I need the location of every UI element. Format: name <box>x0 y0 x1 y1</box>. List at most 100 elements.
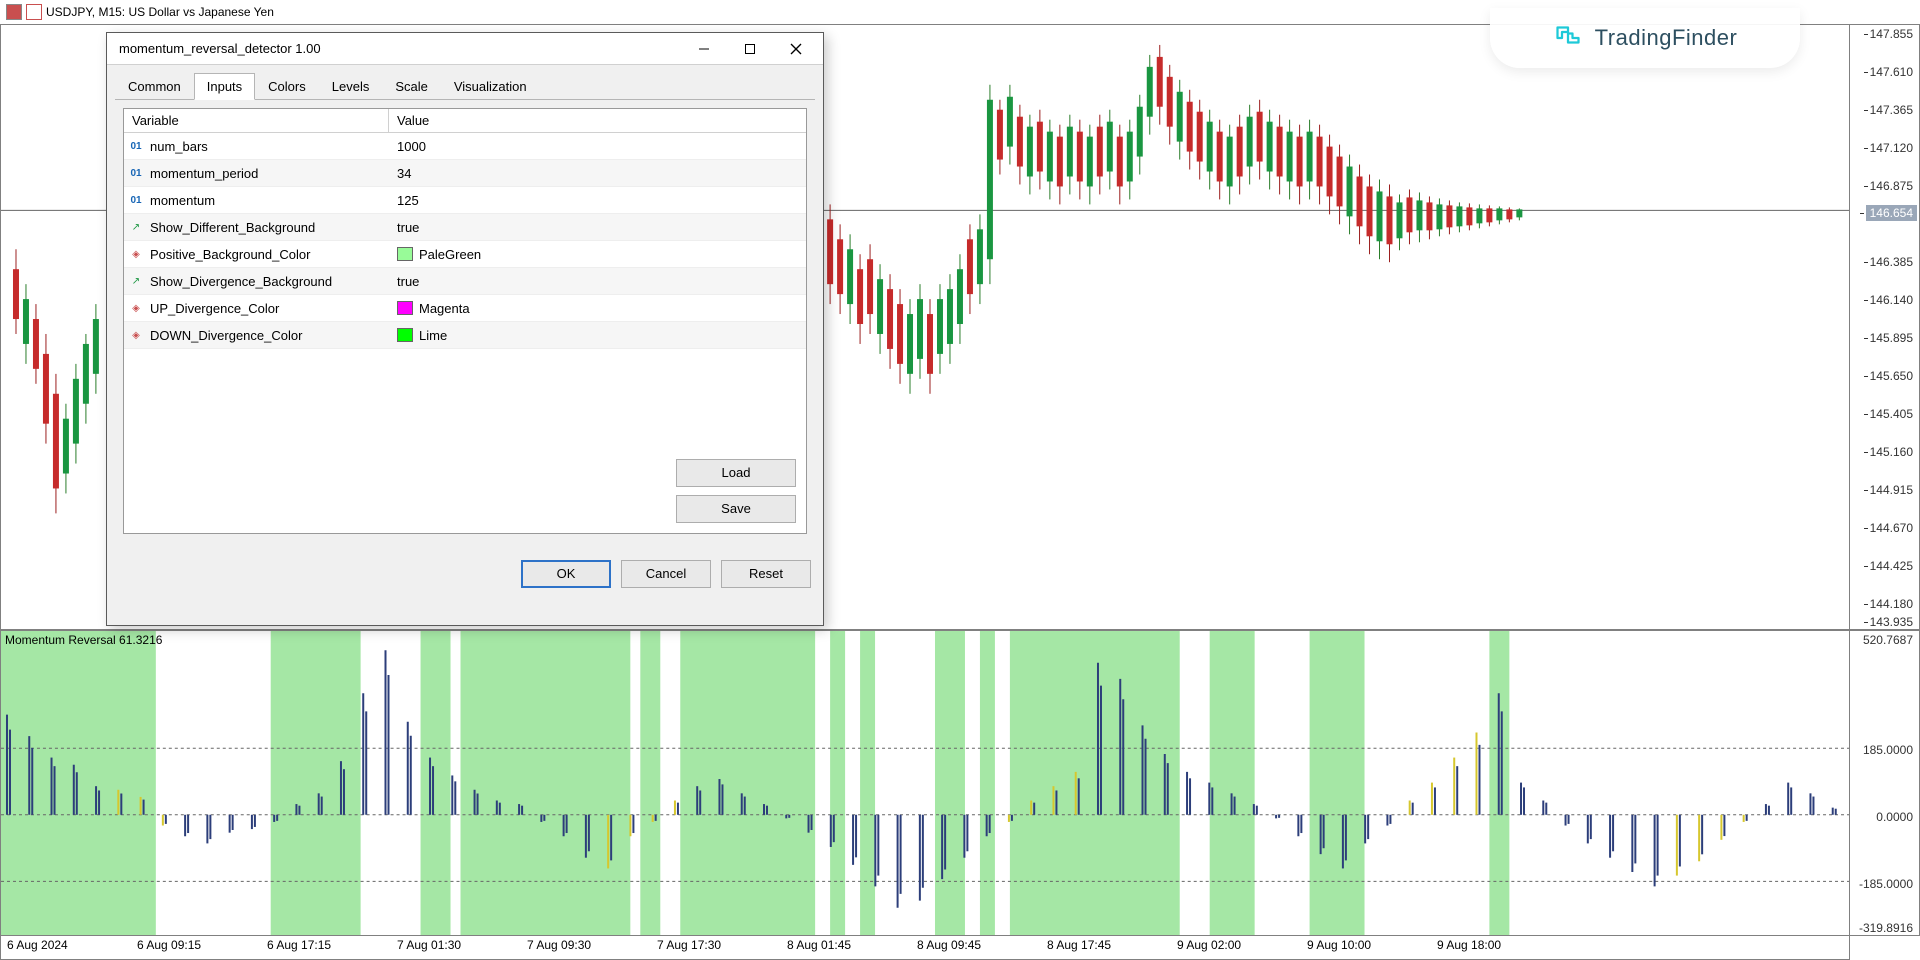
variable-name: UP_Divergence_Color <box>150 301 279 316</box>
bool-type-icon: ↗ <box>128 220 144 234</box>
price-tick: 144.915 <box>1870 483 1913 497</box>
grid-row[interactable]: 01 momentum 125 <box>124 187 806 214</box>
ind-tick: 520.7687 <box>1863 633 1913 647</box>
watermark-logo: TradingFinder <box>1490 8 1800 68</box>
close-button[interactable] <box>773 34 819 64</box>
time-label: 9 Aug 18:00 <box>1437 936 1501 952</box>
price-tick: 145.895 <box>1870 331 1913 345</box>
dialog-tabs: Common Inputs Colors Levels Scale Visual… <box>107 65 823 99</box>
grid-header: Variable Value <box>124 109 806 133</box>
cancel-button[interactable]: Cancel <box>621 560 711 588</box>
tab-inputs[interactable]: Inputs <box>194 73 255 100</box>
indicator-svg <box>1 631 1849 935</box>
grid-row[interactable]: ↗ Show_Different_Background true <box>124 214 806 241</box>
dialog-titlebar[interactable]: momentum_reversal_detector 1.00 <box>107 33 823 65</box>
grid-row[interactable]: ◈ DOWN_Divergence_Color Lime <box>124 322 806 349</box>
price-tick: 145.650 <box>1870 369 1913 383</box>
bool-type-icon: ↗ <box>128 274 144 288</box>
tab-body: Variable Value 01num_bars100001momentum_… <box>115 99 815 542</box>
value-text: true <box>397 220 419 235</box>
price-y-axis: 147.855 147.610 147.365 147.120 146.875 … <box>1850 24 1920 630</box>
grid-row[interactable]: ◈ Positive_Background_Color PaleGreen <box>124 241 806 268</box>
indicator-label: Momentum Reversal 61.3216 <box>5 633 162 647</box>
watermark-text: TradingFinder <box>1595 25 1738 51</box>
ind-tick: 0.0000 <box>1876 810 1913 824</box>
value-text: 125 <box>397 193 419 208</box>
price-tick: 147.365 <box>1870 103 1913 117</box>
price-tick: 145.160 <box>1870 445 1913 459</box>
ind-tick: -185.0000 <box>1859 877 1913 891</box>
price-current: 146.654 <box>1866 205 1917 221</box>
price-tick: 147.855 <box>1870 27 1913 41</box>
price-tick: 143.935 <box>1870 615 1913 629</box>
price-tick: 144.425 <box>1870 559 1913 573</box>
grid-row[interactable]: ↗Show_Divergence_Backgroundtrue <box>124 268 806 295</box>
indicator-area[interactable]: Momentum Reversal 61.3216 <box>0 630 1850 936</box>
value-text: PaleGreen <box>419 247 481 262</box>
tradingfinder-icon <box>1553 23 1583 53</box>
time-label: 8 Aug 01:45 <box>787 936 851 952</box>
int-type-icon: 01 <box>128 166 144 180</box>
inputs-grid[interactable]: Variable Value 01num_bars100001momentum_… <box>123 108 807 534</box>
color-type-icon: ◈ <box>128 301 144 315</box>
color-swatch <box>397 328 413 342</box>
value-text: Lime <box>419 328 447 343</box>
chart-symbol-icon <box>26 4 42 20</box>
color-swatch <box>397 247 413 261</box>
price-tick: 146.875 <box>1870 179 1913 193</box>
int-type-icon: 01 <box>128 139 144 153</box>
grid-row[interactable]: 01num_bars1000 <box>124 133 806 160</box>
chart-type-icon <box>6 4 22 20</box>
color-swatch <box>397 301 413 315</box>
time-label: 7 Aug 17:30 <box>657 936 721 952</box>
tab-levels[interactable]: Levels <box>319 73 383 99</box>
time-label: 6 Aug 09:15 <box>137 936 201 952</box>
minimize-button[interactable] <box>681 34 727 64</box>
variable-name: Show_Different_Background <box>150 220 315 235</box>
color-type-icon: ◈ <box>128 328 144 342</box>
col-header-value[interactable]: Value <box>389 109 806 132</box>
reset-button[interactable]: Reset <box>721 560 811 588</box>
variable-name: momentum_period <box>150 166 258 181</box>
int-type-icon: 01 <box>128 193 144 207</box>
grid-row[interactable]: 01 momentum_period 34 <box>124 160 806 187</box>
tab-visualization[interactable]: Visualization <box>441 73 540 99</box>
variable-name: num_bars <box>150 139 208 154</box>
grid-row[interactable]: ◈ UP_Divergence_Color Magenta <box>124 295 806 322</box>
value-text: 34 <box>397 166 411 181</box>
price-tick: 146.385 <box>1870 255 1913 269</box>
value-text: Magenta <box>419 301 470 316</box>
variable-name: Positive_Background_Color <box>150 247 310 262</box>
dialog-footer: OK Cancel Reset <box>107 550 823 598</box>
time-label: 9 Aug 02:00 <box>1177 936 1241 952</box>
time-label: 8 Aug 09:45 <box>917 936 981 952</box>
chart-title: USDJPY, M15: US Dollar vs Japanese Yen <box>46 5 274 19</box>
ind-tick: 185.0000 <box>1863 743 1913 757</box>
maximize-button[interactable] <box>727 34 773 64</box>
tab-colors[interactable]: Colors <box>255 73 319 99</box>
price-tick: 147.120 <box>1870 141 1913 155</box>
variable-name: Show_Divergence_Background <box>150 274 332 289</box>
price-tick: 147.610 <box>1870 65 1913 79</box>
time-label: 7 Aug 01:30 <box>397 936 461 952</box>
price-tick: 144.670 <box>1870 521 1913 535</box>
tab-common[interactable]: Common <box>115 73 194 99</box>
dialog-title: momentum_reversal_detector 1.00 <box>119 41 681 56</box>
col-header-variable[interactable]: Variable <box>124 109 389 132</box>
price-tick: 145.405 <box>1870 407 1913 421</box>
ind-tick: -319.8916 <box>1859 921 1913 935</box>
load-button[interactable]: Load <box>676 459 796 487</box>
color-type-icon: ◈ <box>128 247 144 261</box>
variable-name: DOWN_Divergence_Color <box>150 328 302 343</box>
indicator-y-axis: 520.7687 185.0000 0.0000 -185.0000 -319.… <box>1850 630 1920 936</box>
time-label: 7 Aug 09:30 <box>527 936 591 952</box>
price-tick: 144.180 <box>1870 597 1913 611</box>
time-axis: 6 Aug 2024 6 Aug 09:15 6 Aug 17:15 7 Aug… <box>0 936 1850 960</box>
save-button[interactable]: Save <box>676 495 796 523</box>
indicator-properties-dialog: momentum_reversal_detector 1.00 Common I… <box>106 32 824 626</box>
tab-scale[interactable]: Scale <box>382 73 441 99</box>
time-label: 8 Aug 17:45 <box>1047 936 1111 952</box>
ok-button[interactable]: OK <box>521 560 611 588</box>
time-label: 6 Aug 2024 <box>7 936 68 952</box>
variable-name: momentum <box>150 193 215 208</box>
